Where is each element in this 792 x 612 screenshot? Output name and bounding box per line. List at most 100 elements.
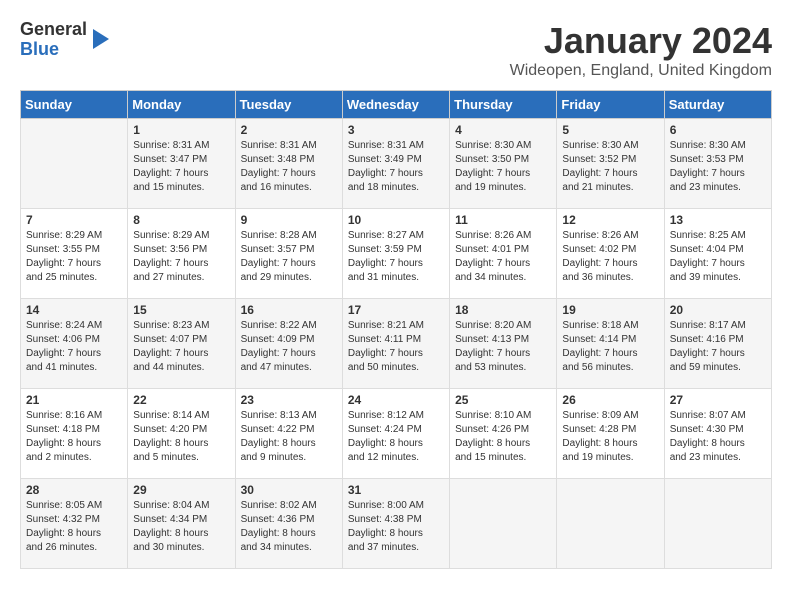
- calendar-cell: 7Sunrise: 8:29 AM Sunset: 3:55 PM Daylig…: [21, 209, 128, 299]
- day-header-wednesday: Wednesday: [342, 91, 449, 119]
- calendar-cell: 23 Sunrise: 8:13 AM Sunset: 4:22 PM Dayli…: [235, 389, 342, 479]
- day-number: 24: [348, 393, 444, 407]
- calendar-cell: 27Sunrise: 8:07 AM Sunset: 4:30 PM Dayli…: [664, 389, 771, 479]
- day-header-friday: Friday: [557, 91, 664, 119]
- day-number: 5: [562, 123, 658, 137]
- calendar-cell: 18 Sunrise: 8:20 AM Sunset: 4:13 PM Dayli…: [450, 299, 557, 389]
- day-number: 31: [348, 483, 444, 497]
- day-info: Sunrise: 8:31 AM Sunset: 3:48 PM Dayligh…: [241, 139, 337, 195]
- day-number: 28: [26, 483, 122, 497]
- day-info: Sunrise: 8:31 AM Sunset: 3:47 PM Dayligh…: [133, 139, 229, 195]
- day-info: Sunrise: 8:30 AM Sunset: 3:50 PM Dayligh…: [455, 139, 551, 195]
- day-info: Sunrise: 8:30 AM Sunset: 3:53 PM Dayligh…: [670, 139, 766, 195]
- calendar-cell: 10Sunrise: 8:27 AM Sunset: 3:59 PM Dayli…: [342, 209, 449, 299]
- calendar-cell: 20 Sunrise: 8:17 AM Sunset: 4:16 PM Dayli…: [664, 299, 771, 389]
- day-info: Sunrise: 8:10 AM Sunset: 4:26 PM Dayligh…: [455, 409, 551, 465]
- day-header-thursday: Thursday: [450, 91, 557, 119]
- day-number: 20: [670, 303, 766, 317]
- calendar-cell: 29 Sunrise: 8:04 AM Sunset: 4:34 PM Dayli…: [128, 479, 235, 569]
- day-number: 9: [241, 213, 337, 227]
- day-number: 15: [133, 303, 229, 317]
- day-number: 17: [348, 303, 444, 317]
- calendar-body: 1 Sunrise: 8:31 AM Sunset: 3:47 PM Daylig…: [21, 119, 772, 569]
- day-number: 7: [26, 213, 122, 227]
- day-info: Sunrise: 8:02 AM Sunset: 4:36 PM Dayligh…: [241, 499, 337, 555]
- day-info: Sunrise: 8:12 AM Sunset: 4:24 PM Dayligh…: [348, 409, 444, 465]
- day-number: 30: [241, 483, 337, 497]
- day-number: 6: [670, 123, 766, 137]
- day-info: Sunrise: 8:05 AM Sunset: 4:32 PM Dayligh…: [26, 499, 122, 555]
- day-number: 18: [455, 303, 551, 317]
- day-number: 26: [562, 393, 658, 407]
- location-text: Wideopen, England, United Kingdom: [510, 62, 772, 80]
- calendar-cell: 2Sunrise: 8:31 AM Sunset: 3:48 PM Daylig…: [235, 119, 342, 209]
- day-number: 29: [133, 483, 229, 497]
- day-info: Sunrise: 8:17 AM Sunset: 4:16 PM Dayligh…: [670, 319, 766, 375]
- day-info: Sunrise: 8:20 AM Sunset: 4:13 PM Dayligh…: [455, 319, 551, 375]
- day-number: 19: [562, 303, 658, 317]
- calendar-cell: 9Sunrise: 8:28 AM Sunset: 3:57 PM Daylig…: [235, 209, 342, 299]
- calendar-cell: [21, 119, 128, 209]
- month-title: January 2024: [510, 20, 772, 62]
- calendar-cell: 11 Sunrise: 8:26 AM Sunset: 4:01 PM Dayli…: [450, 209, 557, 299]
- calendar-cell: 26 Sunrise: 8:09 AM Sunset: 4:28 PM Dayli…: [557, 389, 664, 479]
- day-info: Sunrise: 8:18 AM Sunset: 4:14 PM Dayligh…: [562, 319, 658, 375]
- logo-blue: Blue: [20, 39, 59, 59]
- day-number: 12: [562, 213, 658, 227]
- day-info: Sunrise: 8:22 AM Sunset: 4:09 PM Dayligh…: [241, 319, 337, 375]
- calendar-cell: 22Sunrise: 8:14 AM Sunset: 4:20 PM Dayli…: [128, 389, 235, 479]
- day-info: Sunrise: 8:14 AM Sunset: 4:20 PM Dayligh…: [133, 409, 229, 465]
- calendar-week-5: 28 Sunrise: 8:05 AM Sunset: 4:32 PM Dayli…: [21, 479, 772, 569]
- calendar-cell: 14 Sunrise: 8:24 AM Sunset: 4:06 PM Dayli…: [21, 299, 128, 389]
- day-info: Sunrise: 8:27 AM Sunset: 3:59 PM Dayligh…: [348, 229, 444, 285]
- day-info: Sunrise: 8:23 AM Sunset: 4:07 PM Dayligh…: [133, 319, 229, 375]
- calendar-cell: 8 Sunrise: 8:29 AM Sunset: 3:56 PM Daylig…: [128, 209, 235, 299]
- calendar-cell: 30 Sunrise: 8:02 AM Sunset: 4:36 PM Dayli…: [235, 479, 342, 569]
- day-number: 23: [241, 393, 337, 407]
- calendar-cell: 4 Sunrise: 8:30 AM Sunset: 3:50 PM Daylig…: [450, 119, 557, 209]
- day-number: 4: [455, 123, 551, 137]
- calendar-cell: [664, 479, 771, 569]
- calendar-cell: 15 Sunrise: 8:23 AM Sunset: 4:07 PM Dayli…: [128, 299, 235, 389]
- calendar-cell: 16 Sunrise: 8:22 AM Sunset: 4:09 PM Dayli…: [235, 299, 342, 389]
- title-block: January 2024 Wideopen, England, United K…: [510, 20, 772, 80]
- calendar-cell: 13Sunrise: 8:25 AM Sunset: 4:04 PM Dayli…: [664, 209, 771, 299]
- calendar-cell: [557, 479, 664, 569]
- calendar-cell: 24 Sunrise: 8:12 AM Sunset: 4:24 PM Dayli…: [342, 389, 449, 479]
- page-header: General Blue January 2024 Wideopen, Engl…: [20, 20, 772, 80]
- calendar-cell: 3Sunrise: 8:31 AM Sunset: 3:49 PM Daylig…: [342, 119, 449, 209]
- day-info: Sunrise: 8:24 AM Sunset: 4:06 PM Dayligh…: [26, 319, 122, 375]
- calendar-table: SundayMondayTuesdayWednesdayThursdayFrid…: [20, 90, 772, 569]
- day-info: Sunrise: 8:00 AM Sunset: 4:38 PM Dayligh…: [348, 499, 444, 555]
- day-info: Sunrise: 8:16 AM Sunset: 4:18 PM Dayligh…: [26, 409, 122, 465]
- calendar-week-2: 7Sunrise: 8:29 AM Sunset: 3:55 PM Daylig…: [21, 209, 772, 299]
- day-header-sunday: Sunday: [21, 91, 128, 119]
- day-number: 11: [455, 213, 551, 227]
- logo: General Blue: [20, 20, 109, 60]
- day-number: 1: [133, 123, 229, 137]
- calendar-cell: 28 Sunrise: 8:05 AM Sunset: 4:32 PM Dayli…: [21, 479, 128, 569]
- day-info: Sunrise: 8:31 AM Sunset: 3:49 PM Dayligh…: [348, 139, 444, 195]
- logo-arrow-icon: [93, 29, 109, 49]
- day-number: 27: [670, 393, 766, 407]
- day-info: Sunrise: 8:13 AM Sunset: 4:22 PM Dayligh…: [241, 409, 337, 465]
- calendar-cell: 31 Sunrise: 8:00 AM Sunset: 4:38 PM Dayli…: [342, 479, 449, 569]
- day-info: Sunrise: 8:04 AM Sunset: 4:34 PM Dayligh…: [133, 499, 229, 555]
- calendar-cell: [450, 479, 557, 569]
- day-number: 16: [241, 303, 337, 317]
- day-info: Sunrise: 8:21 AM Sunset: 4:11 PM Dayligh…: [348, 319, 444, 375]
- day-number: 14: [26, 303, 122, 317]
- day-info: Sunrise: 8:09 AM Sunset: 4:28 PM Dayligh…: [562, 409, 658, 465]
- logo-general: General: [20, 19, 87, 39]
- day-info: Sunrise: 8:30 AM Sunset: 3:52 PM Dayligh…: [562, 139, 658, 195]
- calendar-week-3: 14 Sunrise: 8:24 AM Sunset: 4:06 PM Dayli…: [21, 299, 772, 389]
- calendar-week-4: 21Sunrise: 8:16 AM Sunset: 4:18 PM Dayli…: [21, 389, 772, 479]
- day-info: Sunrise: 8:29 AM Sunset: 3:56 PM Dayligh…: [133, 229, 229, 285]
- day-number: 8: [133, 213, 229, 227]
- calendar-cell: 5 Sunrise: 8:30 AM Sunset: 3:52 PM Daylig…: [557, 119, 664, 209]
- calendar-cell: 12Sunrise: 8:26 AM Sunset: 4:02 PM Dayli…: [557, 209, 664, 299]
- calendar-cell: 21Sunrise: 8:16 AM Sunset: 4:18 PM Dayli…: [21, 389, 128, 479]
- day-info: Sunrise: 8:26 AM Sunset: 4:01 PM Dayligh…: [455, 229, 551, 285]
- day-number: 13: [670, 213, 766, 227]
- calendar-cell: 1 Sunrise: 8:31 AM Sunset: 3:47 PM Daylig…: [128, 119, 235, 209]
